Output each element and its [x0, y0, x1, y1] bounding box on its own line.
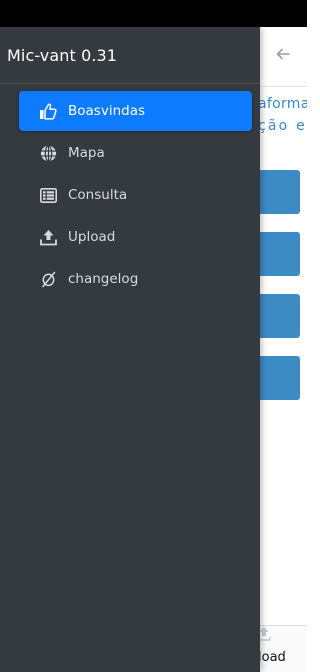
nav-item-boasvindas[interactable]: Boasvindas [19, 91, 252, 131]
nav-item-upload[interactable]: Upload [19, 217, 252, 257]
nav-item-label: Mapa [68, 145, 105, 161]
nav-item-mapa[interactable]: Mapa [19, 133, 252, 173]
list-table-icon [39, 186, 57, 204]
globe-icon [39, 144, 57, 162]
nav-item-label: changelog [68, 271, 139, 287]
drawer-header: Mic-vant 0.31 [0, 27, 260, 84]
empty-set-icon [39, 270, 57, 288]
nav-item-label: Upload [68, 229, 116, 245]
upload-icon [39, 228, 57, 246]
app-title: Mic-vant 0.31 [7, 45, 118, 65]
nav-item-changelog[interactable]: changelog [19, 259, 252, 299]
nav-item-consulta[interactable]: Consulta [19, 175, 252, 215]
nav-list: Boasvindas Mapa Consulta Upload changelo… [0, 84, 260, 299]
status-bar [0, 0, 307, 27]
screen: aforma ção e load Mic-vant 0.31 Boasvind… [0, 0, 307, 672]
nav-item-label: Boasvindas [68, 103, 145, 119]
thumbs-up-icon [39, 102, 57, 120]
nav-item-label: Consulta [68, 187, 128, 203]
navigation-drawer: Mic-vant 0.31 Boasvindas Mapa Consulta U… [0, 27, 260, 672]
